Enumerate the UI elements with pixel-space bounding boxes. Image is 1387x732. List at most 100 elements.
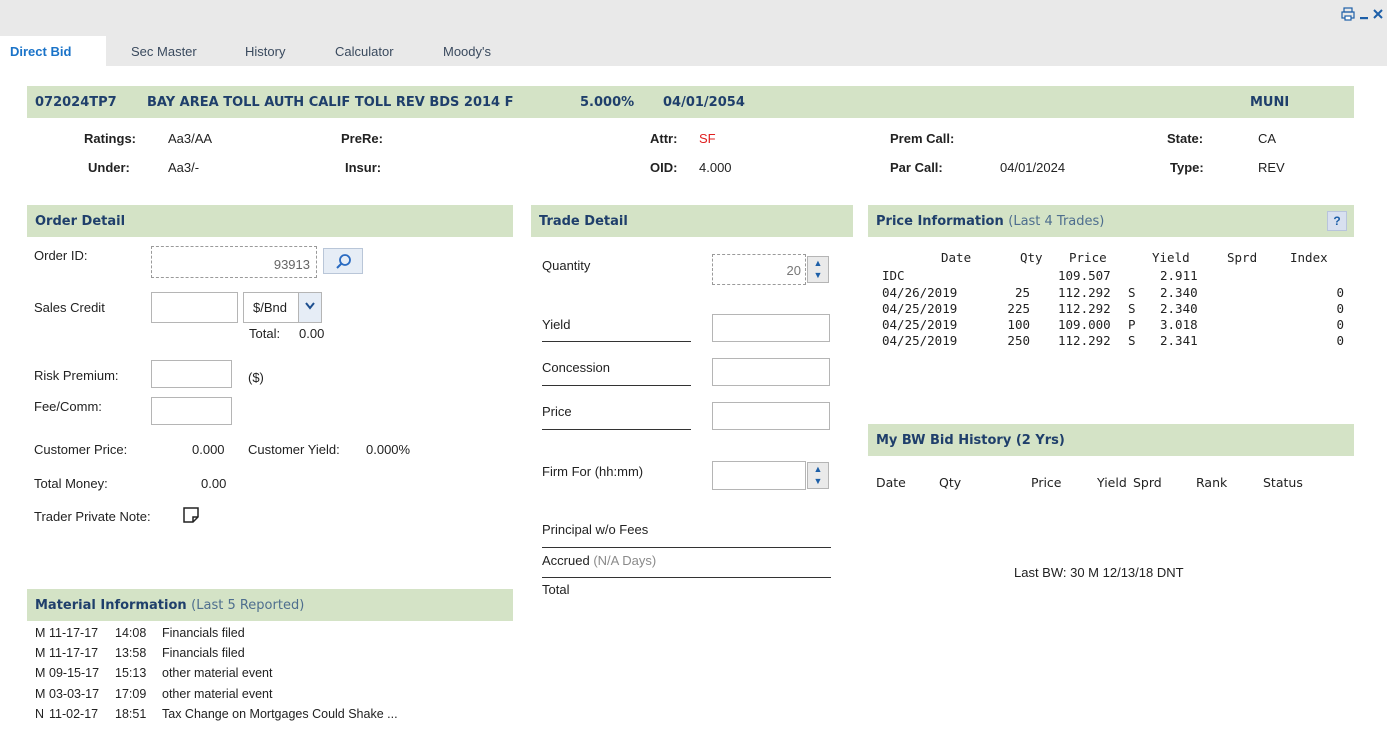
principal-underline — [542, 547, 831, 548]
event-time: 18:51 — [115, 707, 147, 721]
event-date: 11-17-17 — [49, 646, 99, 660]
concession-label: Concession — [542, 360, 610, 375]
firm-for-input[interactable] — [712, 461, 806, 490]
trade-total-label: Total — [542, 582, 570, 597]
price-col-index: Index — [1290, 250, 1328, 265]
table-row: IDC 109.507 2.911 — [882, 268, 1352, 284]
event-code: M — [35, 687, 46, 701]
event-text: Financials filed — [162, 646, 245, 660]
list-item[interactable]: M 11-17-17 13:58 Financials filed — [35, 646, 515, 663]
trade-yield: 2.340 — [1160, 301, 1198, 316]
customer-price-label: Customer Price: — [34, 442, 128, 457]
chevron-down-icon — [305, 302, 315, 310]
attr-value: SF — [699, 131, 716, 146]
trade-flag: S — [1128, 333, 1136, 348]
risk-premium-unit: ($) — [248, 370, 264, 385]
bw-col-yield: Yield — [1097, 475, 1127, 490]
prere-label: PreRe: — [341, 131, 383, 146]
price-col-yield: Yield — [1152, 250, 1190, 265]
trade-flag: S — [1128, 285, 1136, 300]
event-date: 09-15-17 — [49, 666, 100, 680]
tab-calculator[interactable]: Calculator — [335, 44, 394, 59]
table-row: 04/26/2019 25 112.292 S 2.340 0 — [882, 285, 1352, 301]
price-info-title: Price Information (Last 4 Trades) — [876, 214, 1104, 229]
trade-flag: S — [1128, 301, 1136, 316]
accrued-days: (N/A Days) — [593, 553, 657, 568]
tab-history[interactable]: History — [245, 44, 285, 59]
risk-premium-input[interactable] — [151, 360, 232, 388]
trade-qty: 225 — [1007, 301, 1030, 316]
table-row: 04/25/2019 250 112.292 S 2.341 0 — [882, 333, 1352, 349]
trade-yield: 3.018 — [1160, 317, 1198, 332]
accrued-underline — [542, 577, 831, 578]
ratings-label: Ratings: — [84, 131, 136, 146]
print-icon[interactable] — [1341, 7, 1355, 21]
concession-underline — [542, 385, 691, 386]
accrued-label-text: Accrued — [542, 553, 590, 568]
event-text: Tax Change on Mortgages Could Shake ... — [162, 707, 398, 721]
concession-input[interactable] — [712, 358, 830, 386]
order-id-value: 93913 — [273, 257, 310, 272]
yield-input[interactable] — [712, 314, 830, 342]
tab-direct-bid[interactable]: Direct Bid — [10, 44, 71, 59]
fee-comm-input[interactable] — [151, 397, 232, 425]
trade-index: 0 — [1336, 317, 1344, 332]
tab-moodys[interactable]: Moody's — [443, 44, 491, 59]
list-item[interactable]: N 11-02-17 18:51 Tax Change on Mortgages… — [35, 707, 515, 724]
bw-col-qty: Qty — [939, 475, 962, 490]
minimize-icon[interactable] — [1359, 7, 1369, 21]
close-icon[interactable] — [1372, 7, 1384, 21]
customer-yield-label: Customer Yield: — [248, 442, 340, 457]
list-item[interactable]: M 03-03-17 17:09 other material event — [35, 687, 515, 704]
trade-price: 112.292 — [1058, 333, 1111, 348]
material-info-subtitle: (Last 5 Reported) — [191, 598, 305, 613]
quantity-input[interactable]: 20 — [712, 254, 806, 285]
cusip: 072024TP7 — [35, 95, 117, 110]
bw-col-sprd: Sprd — [1133, 475, 1162, 490]
event-code: M — [35, 666, 46, 680]
event-code: M — [35, 626, 46, 640]
note-icon[interactable] — [182, 506, 200, 524]
sales-credit-total-value: 0.00 — [299, 326, 325, 341]
tab-sec-master[interactable]: Sec Master — [131, 44, 197, 59]
oid-label: OID: — [650, 160, 678, 175]
yield-underline — [542, 341, 691, 342]
unit-dropdown-button[interactable] — [298, 293, 321, 322]
firm-for-stepper[interactable]: ▲ ▼ — [807, 462, 829, 489]
quantity-stepper[interactable]: ▲ ▼ — [807, 256, 829, 283]
price-info-title-text: Price Information — [876, 214, 1004, 229]
security-description: BAY AREA TOLL AUTH CALIF TOLL REV BDS 20… — [147, 95, 514, 110]
oid-value: 4.000 — [699, 160, 732, 175]
trade-yield: 2.340 — [1160, 285, 1198, 300]
help-icon[interactable]: ? — [1327, 211, 1347, 231]
search-button[interactable] — [323, 248, 363, 274]
order-id-label: Order ID: — [34, 248, 88, 263]
event-time: 14:08 — [115, 626, 147, 640]
state-value: CA — [1258, 131, 1277, 146]
trade-index: 0 — [1336, 333, 1344, 348]
bw-col-date: Date — [876, 475, 906, 490]
material-info-title-text: Material Information — [35, 598, 187, 613]
trade-date: 04/25/2019 — [882, 317, 958, 332]
order-id-input[interactable]: 93913 — [151, 246, 317, 278]
trade-price: 112.292 — [1058, 301, 1111, 316]
list-item[interactable]: M 09-15-17 15:13 other material event — [35, 666, 515, 683]
maturity: 04/01/2054 — [663, 95, 745, 110]
price-underline — [542, 429, 691, 430]
trade-index: 0 — [1336, 301, 1344, 316]
price-col-price: Price — [1069, 250, 1107, 265]
accrued-label: Accrued (N/A Days) — [542, 553, 656, 568]
type-label: Type: — [1170, 160, 1204, 175]
total-money-label: Total Money: — [34, 476, 108, 491]
ratings-value: Aa3/AA — [168, 131, 213, 146]
price-input[interactable] — [712, 402, 830, 430]
sales-credit-input[interactable] — [151, 292, 238, 323]
list-item[interactable]: M 11-17-17 14:08 Financials filed — [35, 626, 515, 643]
sales-credit-total-label: Total: — [249, 326, 281, 341]
trade-qty: 250 — [1007, 333, 1030, 348]
event-code: N — [35, 707, 45, 721]
trade-qty: 100 — [1007, 317, 1030, 332]
last-bw: Last BW: 30 M 12/13/18 DNT — [1014, 565, 1184, 580]
quantity-label: Quantity — [542, 258, 591, 273]
event-time: 13:58 — [115, 646, 147, 660]
